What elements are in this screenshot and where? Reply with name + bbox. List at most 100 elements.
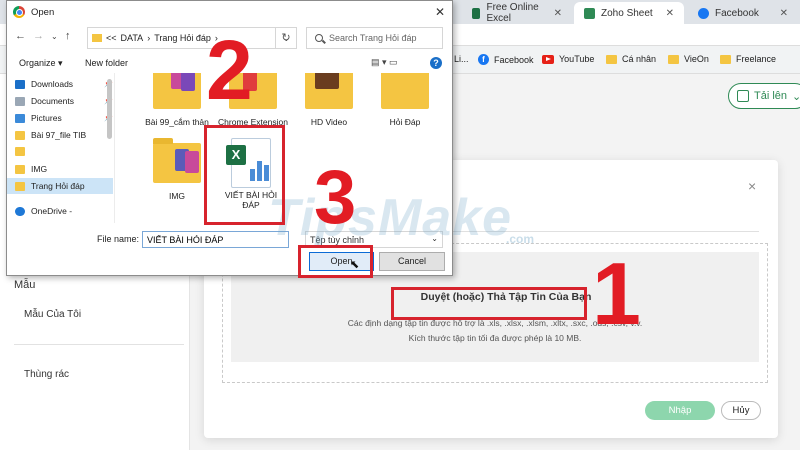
upload-button[interactable]: Tải lên ⌄: [728, 83, 800, 109]
folder-icon: [15, 147, 25, 156]
breadcrumb-data[interactable]: DATA: [121, 33, 144, 43]
back-arrow-icon[interactable]: ←: [15, 30, 26, 42]
chevron-down-icon: ⌄: [792, 90, 800, 103]
nav-item-label: Documents: [31, 96, 74, 106]
file-name: HD Video: [310, 117, 348, 127]
bookmark-facebook[interactable]: f Facebook: [478, 54, 534, 65]
folder-bai-99[interactable]: Bài 99_cắm thản: [141, 73, 213, 127]
close-icon[interactable]: ✕: [666, 8, 674, 19]
dialog-title-bar: Open: [7, 1, 452, 23]
bookmark-label: Li...: [454, 54, 469, 64]
folder-icon: [720, 54, 731, 64]
view-options-icon[interactable]: ▤ ▾ ▭: [371, 57, 398, 68]
recent-chevron-icon[interactable]: ⌄: [51, 32, 58, 41]
breadcrumb-overflow[interactable]: <<: [106, 33, 117, 43]
cancel-button[interactable]: Cancel: [379, 252, 445, 271]
close-icon[interactable]: ✕: [780, 8, 788, 19]
navigation-pane: Downloads 📌 Documents 📌 Pictures 📌 Bài 9…: [7, 73, 115, 223]
file-name: IMG: [168, 191, 186, 201]
highlight-box-excel-file: [204, 125, 285, 225]
nav-item-onedrive[interactable]: OneDrive -: [15, 206, 113, 216]
bookmark-freelance[interactable]: Freelance: [720, 54, 776, 64]
bookmark-label: Freelance: [736, 54, 777, 64]
cancel-button[interactable]: Hủy: [721, 401, 761, 420]
folder-hoi-dap[interactable]: Hỏi Đáp: [369, 73, 441, 127]
nav-item-downloads[interactable]: Downloads 📌: [15, 79, 113, 89]
forward-arrow-icon[interactable]: →: [33, 30, 44, 42]
tab-zoho-sheet[interactable]: Zoho Sheet ✕: [574, 2, 684, 24]
tab-label: Facebook: [715, 7, 759, 19]
bookmark-label: VieOn: [684, 54, 709, 64]
bookmark-ca-nhan[interactable]: Cá nhân: [606, 54, 656, 64]
bookmark-youtube[interactable]: YouTube: [542, 54, 594, 64]
search-input[interactable]: Search Trang Hỏi đáp: [306, 27, 443, 49]
zoho-sheet-icon: [584, 7, 595, 19]
step-number-1: 1: [592, 244, 641, 343]
tab-facebook[interactable]: Facebook ✕: [688, 2, 798, 24]
nav-item-unnamed-folder[interactable]: [15, 147, 113, 156]
refresh-icon[interactable]: ↻: [275, 27, 297, 49]
close-icon[interactable]: ✕: [435, 5, 445, 19]
max-size-text: Kích thước tập tin tối đa được phép là 1…: [408, 333, 582, 343]
download-arrow-icon: [15, 79, 25, 89]
nav-item-label: Trang Hỏi đáp: [31, 181, 85, 191]
bookmark-label: Facebook: [494, 54, 534, 65]
nav-item-trang-hoi-dap[interactable]: Trang Hỏi đáp: [15, 181, 113, 191]
watermark-suffix: .com: [506, 232, 535, 246]
up-arrow-icon[interactable]: ↑: [65, 30, 71, 42]
folder-icon: [301, 73, 357, 115]
folder-icon: [15, 181, 25, 191]
nav-item-bai-97[interactable]: Bài 97_file TIB: [15, 130, 113, 140]
folder-img[interactable]: IMG: [141, 137, 213, 201]
import-button[interactable]: Nhập: [645, 401, 715, 420]
search-placeholder: Search Trang Hỏi đáp: [329, 33, 417, 43]
search-icon: [315, 34, 323, 42]
nav-item-img[interactable]: IMG: [15, 164, 113, 174]
highlight-box-browse-link: [391, 287, 587, 320]
breadcrumb[interactable]: << DATA › Trang Hỏi đáp › ⌄: [87, 27, 297, 49]
bookmark-truncated[interactable]: Li...: [454, 54, 469, 64]
tab-label: Free Online Excel: [486, 2, 539, 24]
close-icon[interactable]: ✕: [554, 8, 562, 19]
nav-item-label: OneDrive -: [31, 206, 73, 216]
nav-item-label: Downloads: [31, 79, 74, 89]
facebook-icon: [698, 7, 709, 19]
mouse-cursor-icon: ⬉: [350, 259, 360, 271]
organize-button[interactable]: Organize ▾: [19, 58, 63, 69]
bookmark-label: YouTube: [559, 54, 595, 64]
breadcrumb-trang-hoi-dap[interactable]: Trang Hỏi đáp: [154, 33, 211, 43]
bookmark-vieon[interactable]: VieOn: [668, 54, 709, 64]
nav-scrollbar[interactable]: [107, 79, 112, 139]
nav-item-label: IMG: [31, 164, 48, 174]
folder-icon: [668, 54, 679, 64]
sidebar-divider: [14, 344, 184, 345]
nav-item-pictures[interactable]: Pictures 📌: [15, 113, 113, 123]
upload-icon: [737, 90, 749, 102]
folder-icon: [377, 73, 433, 115]
file-name-input[interactable]: [142, 231, 289, 248]
nav-item-label: Bài 97_file TIB: [31, 130, 87, 140]
folder-icon: [606, 54, 617, 64]
upload-button-label: Tải lên: [754, 90, 788, 102]
facebook-icon: f: [478, 54, 489, 65]
highlight-box-open-button: [298, 245, 373, 278]
document-icon: [15, 96, 25, 106]
folder-icon: [149, 137, 205, 189]
sidebar-item-trash[interactable]: Thùng rác: [24, 369, 69, 380]
watermark: TipsMake: [268, 189, 513, 247]
nav-item-documents[interactable]: Documents 📌: [15, 96, 113, 106]
folder-hd-video[interactable]: HD Video: [293, 73, 365, 127]
breadcrumb-separator: ›: [147, 33, 151, 43]
folder-icon: [92, 34, 102, 42]
picture-icon: [15, 113, 25, 123]
help-icon[interactable]: ?: [430, 57, 442, 69]
new-folder-button[interactable]: New folder: [85, 58, 128, 68]
tab-free-online-excel[interactable]: Free Online Excel ✕: [462, 2, 572, 24]
file-name: Hỏi Đáp: [389, 117, 421, 127]
folder-icon: [15, 164, 25, 174]
file-name-label: File name:: [97, 234, 140, 244]
folder-icon: [149, 73, 205, 115]
sidebar-item-my-templates[interactable]: Mẫu Của Tôi: [24, 309, 81, 320]
file-name: Bài 99_cắm thản: [145, 117, 209, 127]
close-icon[interactable]: ×: [748, 178, 756, 194]
